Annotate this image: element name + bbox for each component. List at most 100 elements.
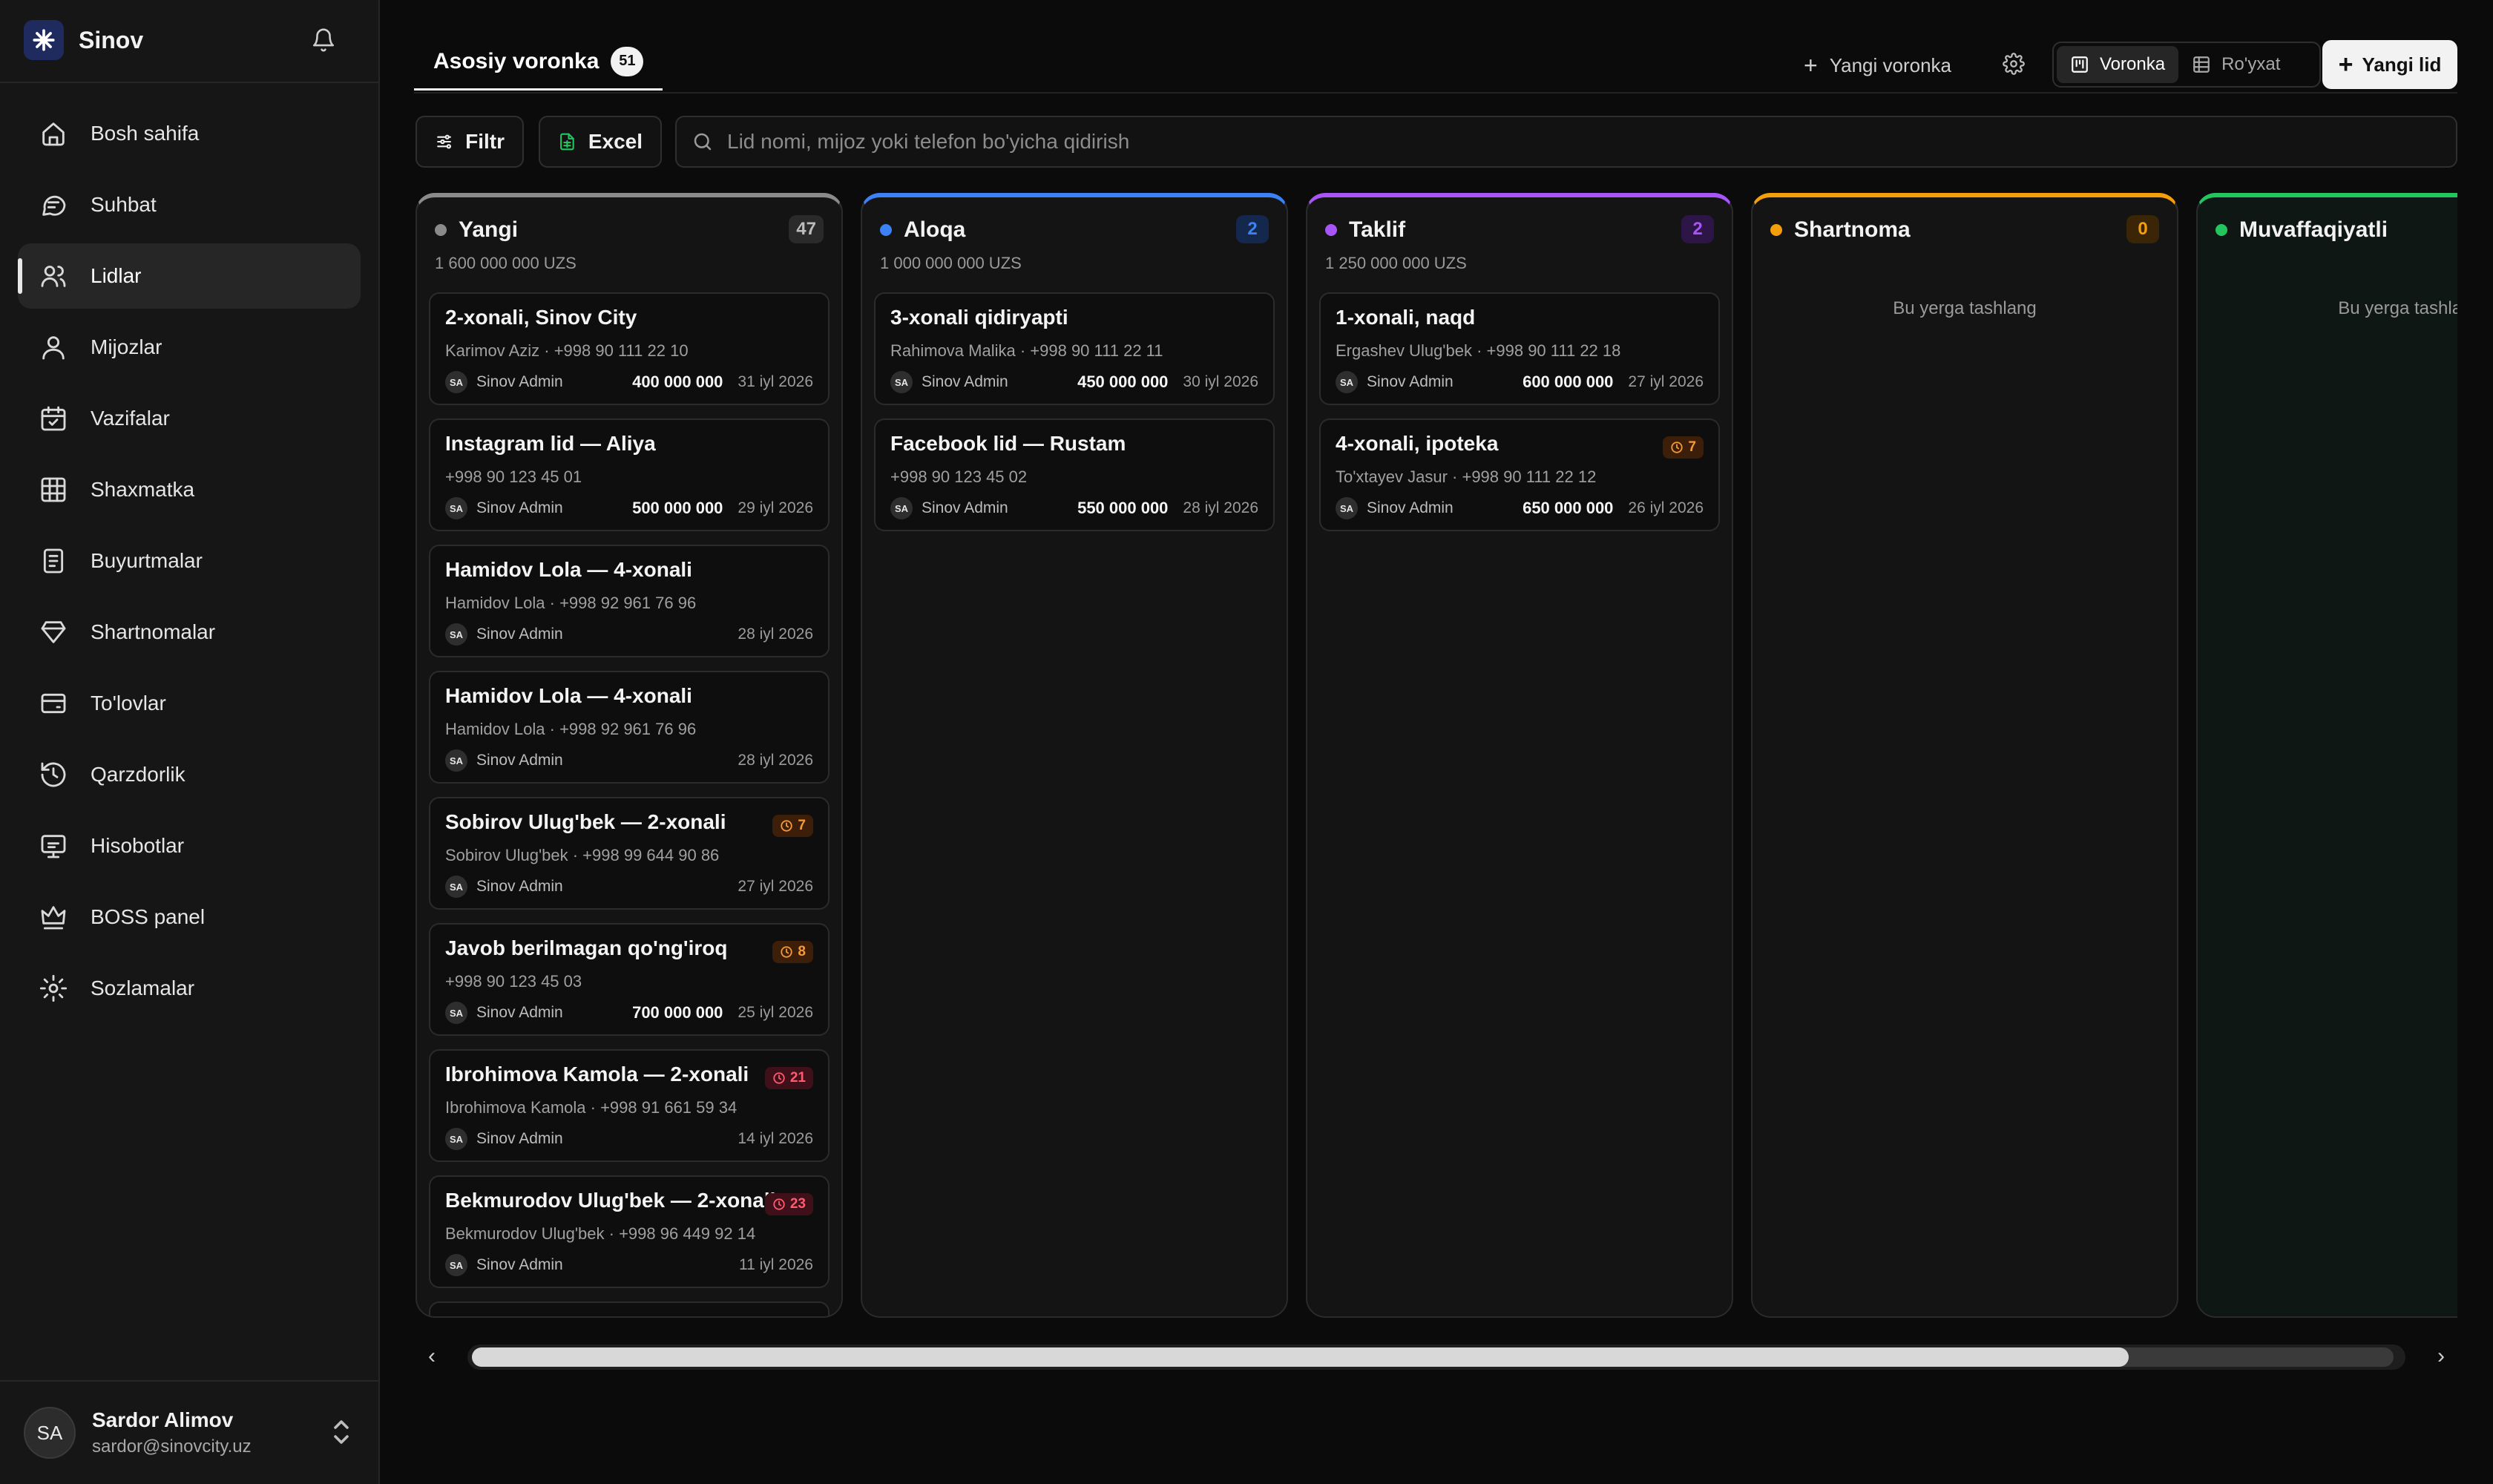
bell-icon[interactable]: [307, 24, 340, 56]
status-dot: [880, 224, 892, 236]
sidebar-item-qarzdorlik[interactable]: Qarzdorlik: [18, 742, 361, 807]
card-footer: SA Sinov Admin 14 iyl 2026: [445, 1128, 813, 1150]
sidebar-item-mijozlar[interactable]: Mijozlar: [18, 315, 361, 380]
sidebar-item-label: Mijozlar: [91, 335, 162, 358]
column-taklif[interactable]: Taklif 2 1 250 000 000 UZS 1-xonali, naqd Er…: [1306, 193, 1733, 1318]
scroll-thumb[interactable]: [472, 1347, 2129, 1367]
card-list: 1-xonali, naqd Ergashev Ulug'bek · +998 9…: [1319, 292, 1720, 545]
lead-amount: 450 000 000: [1077, 372, 1169, 391]
lead-card[interactable]: Sobirov Ulug'bek — 2-xonali 7 Sobirov Ulug…: [429, 797, 830, 910]
lead-date: 27 iyl 2026: [738, 878, 813, 895]
lead-title: 1-xonali, naqd: [1336, 306, 1476, 329]
lead-card[interactable]: Facebook lid — Rustam +998 90 123 45 02 SA…: [874, 418, 1275, 531]
lead-card[interactable]: Instagram lid — Aliya +998 90 123 45 01 SA…: [429, 418, 830, 531]
sidebar-item-label: BOSS panel: [91, 905, 206, 928]
new-funnel-button[interactable]: + Yangi voronka: [1793, 45, 1962, 86]
filter-button[interactable]: Filtr: [416, 116, 524, 168]
sidebar-item-bosh-sahifa[interactable]: Bosh sahifa: [18, 101, 361, 166]
kanban-icon: [2072, 56, 2088, 73]
card-footer: SA Sinov Admin 500 000 000 29 iyl 2026: [445, 497, 813, 519]
lead-contact: Karimov Aziz · +998 90 111 22 10: [445, 341, 689, 360]
lead-owner: Sinov Admin: [476, 1004, 563, 1021]
lead-title: Ibrohimova Kamola — 2-xonali: [445, 1063, 749, 1086]
sliders-icon: [437, 134, 451, 149]
sidebar-item-to-lovlar[interactable]: To'lovlar: [18, 671, 361, 736]
view-list-button[interactable]: Ro'yxat: [2178, 46, 2293, 83]
overdue-badge: 23: [764, 1193, 813, 1215]
funnel-settings-button[interactable]: [1993, 45, 2034, 86]
sidebar-item-boss-panel[interactable]: BOSS panel: [18, 884, 361, 950]
view-toggle: Voronka Ro'yxat: [2052, 42, 2321, 88]
lead-amount: 600 000 000: [1523, 372, 1614, 391]
lead-owner: Sinov Admin: [476, 1130, 563, 1147]
user-menu[interactable]: SA Sardor Alimov sardor@sinovcity.uz: [0, 1380, 378, 1484]
status-dot: [435, 224, 447, 236]
clock-icon: [781, 820, 793, 832]
clock-icon: [773, 1072, 785, 1084]
chevron-right-icon[interactable]: ›: [2425, 1340, 2457, 1373]
lead-amount: 500 000 000: [632, 499, 723, 517]
lead-card[interactable]: [429, 1301, 830, 1316]
lead-card[interactable]: 4-xonali, ipoteka 7 To'xtayev Jasur · +998…: [1319, 418, 1720, 531]
lead-contact: +998 90 123 45 03: [445, 972, 582, 991]
home-icon: [37, 117, 70, 150]
lead-card[interactable]: 3-xonali qidiryapti Rahimova Malika · +99…: [874, 292, 1275, 405]
sidebar-item-label: Qarzdorlik: [91, 763, 185, 786]
new-lead-button[interactable]: + Yangi lid: [2322, 40, 2457, 89]
search-input[interactable]: [726, 129, 2456, 154]
column-count-badge: 0: [2126, 215, 2159, 243]
lead-owner: Sinov Admin: [922, 499, 1008, 516]
lead-card[interactable]: Javob berilmagan qo'ng'iroq 8 +998 90 123 …: [429, 923, 830, 1036]
chevron-up-down-icon[interactable]: [331, 1419, 352, 1449]
scroll-track[interactable]: [467, 1345, 2405, 1370]
lead-owner: Sinov Admin: [1367, 499, 1454, 516]
avatar: SA: [1336, 371, 1358, 393]
avatar: SA: [890, 497, 913, 519]
card-footer: SA Sinov Admin 11 iyl 2026: [445, 1254, 813, 1276]
sidebar-item-label: Vazifalar: [91, 407, 170, 430]
kanban-board: Yangi 47 1 600 000 000 UZS 2-xonali, Sinov …: [416, 193, 2457, 1318]
sidebar-item-hisobotlar[interactable]: Hisobotlar: [18, 813, 361, 879]
lead-contact: +998 90 123 45 02: [890, 467, 1028, 486]
sidebar-item-shaxmatka[interactable]: Shaxmatka: [18, 457, 361, 522]
lead-card[interactable]: Hamidov Lola — 4-xonali Hamidov Lola · +9…: [429, 545, 830, 657]
sidebar-item-vazifalar[interactable]: Vazifalar: [18, 386, 361, 451]
new-lead-label: Yangi lid: [2362, 53, 2442, 76]
avatar: SA: [445, 1254, 467, 1276]
grid-icon: [37, 473, 70, 506]
lead-owner: Sinov Admin: [476, 373, 563, 390]
sidebar-item-sozlamalar[interactable]: Sozlamalar: [18, 956, 361, 1021]
card-footer: SA Sinov Admin 700 000 000 25 iyl 2026: [445, 1002, 813, 1024]
view-funnel-button[interactable]: Voronka: [2057, 46, 2179, 83]
sidebar-item-suhbat[interactable]: Suhbat: [18, 172, 361, 237]
column-yangi[interactable]: Yangi 47 1 600 000 000 UZS 2-xonali, Sinov …: [416, 193, 843, 1318]
tab-funnel[interactable]: Asosiy voronka 51: [414, 34, 663, 91]
lead-amount: 650 000 000: [1523, 499, 1614, 517]
filter-row: Filtr Excel: [416, 116, 2457, 168]
lead-card[interactable]: Bekmurodov Ulug'bek — 2-xonali 23 Bekmurod…: [429, 1175, 830, 1288]
gear-icon: [37, 972, 70, 1005]
lead-card[interactable]: Hamidov Lola — 4-xonali Hamidov Lola · +9…: [429, 671, 830, 784]
lead-date: 25 iyl 2026: [738, 1004, 813, 1021]
column-shartnoma[interactable]: Shartnoma 0 Bu yerga tashlang: [1751, 193, 2178, 1318]
sidebar-item-shartnomalar[interactable]: Shartnomalar: [18, 600, 361, 665]
lead-title: Facebook lid — Rustam: [890, 432, 1126, 455]
lead-date: 27 iyl 2026: [1628, 373, 1704, 390]
excel-button[interactable]: Excel: [539, 116, 662, 168]
users-icon: [37, 260, 70, 292]
horizontal-scrollbar[interactable]: ‹ ›: [416, 1340, 2457, 1373]
avatar: SA: [445, 371, 467, 393]
column-total: 1 000 000 000 UZS: [880, 254, 1022, 272]
logo-icon[interactable]: [24, 20, 64, 60]
column-muvaffaqiyatli[interactable]: Muvaffaqiyatli Bu yerga tashlang: [2196, 193, 2457, 1318]
column-aloqa[interactable]: Aloqa 2 1 000 000 000 UZS 3-xonali qidiryap…: [861, 193, 1288, 1318]
sidebar-item-buyurtmalar[interactable]: Buyurtmalar: [18, 528, 361, 594]
lead-card[interactable]: Ibrohimova Kamola — 2-xonali 21 Ibrohimova…: [429, 1049, 830, 1162]
lead-contact: Ergashev Ulug'bek · +998 90 111 22 18: [1336, 341, 1621, 360]
sidebar-item-lidlar[interactable]: Lidlar: [18, 243, 361, 309]
lead-owner: Sinov Admin: [922, 373, 1008, 390]
wallet-icon: [37, 687, 70, 720]
chevron-left-icon[interactable]: ‹: [416, 1340, 448, 1373]
lead-card[interactable]: 2-xonali, Sinov City Karimov Aziz · +998 …: [429, 292, 830, 405]
lead-card[interactable]: 1-xonali, naqd Ergashev Ulug'bek · +998 9…: [1319, 292, 1720, 405]
